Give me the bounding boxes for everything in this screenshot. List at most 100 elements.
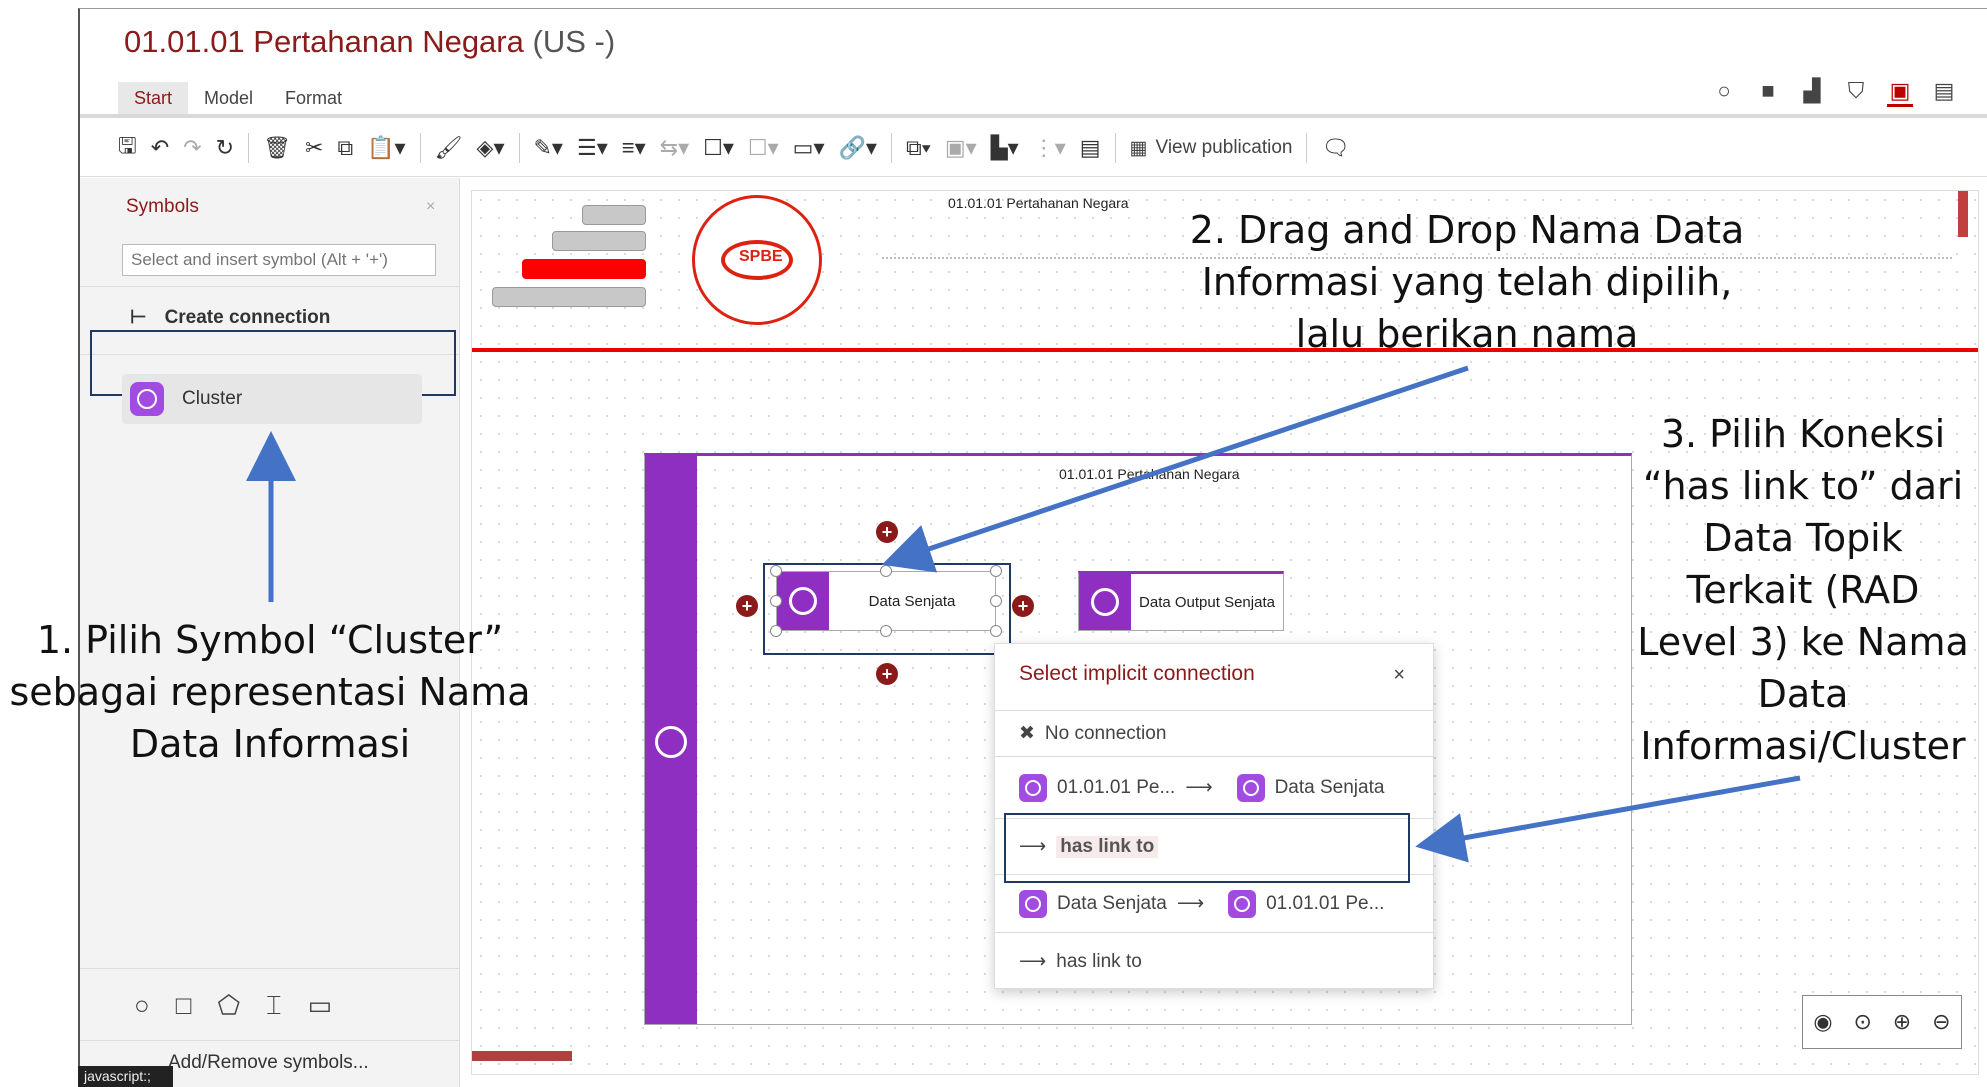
eye-icon[interactable]: ◉ — [1813, 1009, 1832, 1035]
arrow-right-icon: ⟶ — [1019, 951, 1047, 972]
create-connection-button[interactable]: ⊢ Create connection — [130, 306, 330, 329]
search-icon[interactable]: ○ — [1711, 78, 1737, 107]
arrange-icon[interactable]: ⧉▾ — [906, 135, 931, 161]
annotation-line: Terkait (RAD — [1686, 568, 1920, 612]
add-remove-symbols-link[interactable]: Add/Remove symbols... — [168, 1052, 369, 1074]
tab-model[interactable]: Model — [188, 82, 269, 115]
resize-handle[interactable] — [770, 625, 782, 637]
scroll-marker[interactable] — [1958, 191, 1968, 237]
resize-handle[interactable] — [770, 565, 782, 577]
arrow-right-icon: ⟶ — [1176, 893, 1205, 914]
properties-icon[interactable]: ▤ — [1080, 135, 1101, 161]
redo-icon[interactable]: ↷ — [183, 135, 201, 161]
node-label: Data Output Senjata — [1139, 593, 1275, 611]
refresh-icon[interactable]: ↻ — [216, 135, 234, 161]
spbe-logo: SPBE — [692, 195, 822, 325]
chart-icon[interactable]: ▟ — [1799, 78, 1825, 107]
circle-icon[interactable]: ○ — [134, 990, 150, 1022]
add-top-icon[interactable]: + — [876, 521, 898, 543]
undo-icon[interactable]: ↶ — [151, 135, 169, 161]
close-icon: ✖ — [1019, 723, 1035, 744]
edit-shape-icon[interactable]: ☐▾ — [703, 135, 734, 161]
annotation-line: Data Informasi — [129, 722, 411, 766]
line-color-icon[interactable]: ✎▾ — [534, 135, 563, 161]
cluster-icon — [1228, 889, 1257, 918]
pentagon-icon[interactable]: ⬠ — [217, 990, 240, 1022]
toolbar-separator — [248, 133, 250, 163]
add-bottom-icon[interactable]: + — [876, 663, 898, 685]
connection-option-2[interactable]: ⟶ has link to — [995, 932, 1433, 990]
node-cluster-icon — [777, 572, 829, 630]
zoom-in-icon[interactable]: ⊕ — [1893, 1009, 1911, 1035]
cluster-icon — [1019, 889, 1047, 918]
resize-handle[interactable] — [880, 625, 892, 637]
page-title: 01.01.01 Pertahanan Negara (US -) — [124, 24, 615, 60]
popup-close-icon[interactable]: × — [1393, 664, 1405, 687]
save-icon[interactable]: 🖫 — [118, 129, 137, 167]
distribute-icon[interactable]: ⋮▾ — [1033, 135, 1066, 161]
text-box-icon[interactable]: ⌶ — [266, 990, 282, 1022]
paste-icon[interactable]: 📋▾ — [367, 135, 405, 161]
delete-icon[interactable]: 🗑 — [263, 135, 291, 161]
source-label: Data Senjata — [1057, 892, 1167, 914]
bottom-marker — [472, 1051, 572, 1061]
resize-handle[interactable] — [990, 565, 1002, 577]
resize-handle[interactable] — [770, 595, 782, 607]
node-data-senjata[interactable]: Data Senjata — [776, 571, 996, 631]
no-connection-option[interactable]: ✖ No connection — [995, 710, 1433, 756]
symbols-panel-icon[interactable]: ▣ — [1887, 78, 1913, 107]
top-right-icons: ○ ■ ▟ ⛉ ▣ ▤ — [1711, 78, 1957, 107]
status-tooltip: javascript:; — [78, 1066, 173, 1087]
diagram-title: 01.01.01 Pertahanan Negara — [124, 24, 524, 59]
shape-style-icon[interactable]: ☐▾ — [748, 135, 779, 161]
view-publication-label: View publication — [1155, 137, 1293, 158]
symbol-search-input[interactable] — [122, 244, 436, 276]
cut-icon[interactable]: ✂ — [305, 135, 323, 161]
image-icon[interactable]: ▭ — [308, 990, 333, 1022]
view-publication-button[interactable]: ▦ View publication — [1130, 137, 1293, 160]
language-selector[interactable]: (US -) — [533, 24, 616, 59]
annotation-step-1: 1. Pilih Symbol “Cluster” sebagai repres… — [0, 614, 540, 770]
symbol-item-cluster[interactable]: Cluster — [122, 374, 422, 424]
tab-format[interactable]: Format — [269, 82, 358, 115]
pool-cluster-icon — [655, 726, 687, 758]
annotation-line: 1. Pilih Symbol “Cluster” — [36, 618, 504, 662]
align-icon[interactable]: ▙▾ — [991, 135, 1019, 161]
tab-start[interactable]: Start — [118, 82, 189, 115]
line-weight-icon[interactable]: ≡▾ — [622, 135, 646, 161]
annotation-line: Level 3) ke Nama — [1637, 620, 1969, 664]
add-right-icon[interactable]: + — [1012, 595, 1034, 617]
arrow-style-icon[interactable]: ⇆▾ — [660, 135, 689, 161]
connection-highlight-box — [1004, 813, 1410, 883]
node-data-output-senjata[interactable]: Data Output Senjata — [1078, 571, 1284, 631]
group-icon[interactable]: ▣▾ — [945, 135, 977, 161]
comments-icon[interactable]: ▤ — [1931, 78, 1957, 107]
copy-icon[interactable]: ⧉ — [337, 135, 353, 161]
add-left-icon[interactable]: + — [736, 595, 758, 617]
line-style-icon[interactable]: ☰▾ — [577, 135, 608, 161]
annotation-step-2: 2. Drag and Drop Nama Data Informasi yan… — [1152, 204, 1782, 360]
fill-color-icon[interactable]: ◈▾ — [477, 135, 505, 161]
square-icon[interactable]: □ — [176, 990, 192, 1022]
resize-handle[interactable] — [990, 595, 1002, 607]
annotation-line: sebagai representasi Nama — [9, 670, 531, 714]
resize-handle[interactable] — [880, 565, 892, 577]
zoom-out-icon[interactable]: ⊖ — [1932, 1009, 1950, 1035]
connection-type-label: has link to — [1056, 950, 1142, 972]
connection-option-1-header[interactable]: 01.01.01 Pe... ⟶ Data Senjata — [995, 756, 1433, 818]
pool-lane — [645, 456, 697, 1024]
resize-handle[interactable] — [990, 625, 1002, 637]
target-label: Data Senjata — [1274, 776, 1385, 798]
info-icon[interactable]: ■ — [1755, 78, 1781, 107]
annotation-line: Data — [1757, 672, 1849, 716]
annotation-line: 3. Pilih Koneksi — [1660, 412, 1946, 456]
zoom-100-icon[interactable]: ⊙ — [1853, 1009, 1871, 1035]
connection-icon: ⊢ — [130, 307, 147, 328]
connector-icon[interactable]: ▭▾ — [793, 135, 825, 161]
node-label: Data Senjata — [868, 592, 956, 610]
add-comment-icon[interactable]: 🗨 — [1321, 135, 1349, 161]
shield-icon[interactable]: ⛉ — [1843, 78, 1869, 107]
link-icon[interactable]: 🔗▾ — [839, 135, 877, 161]
format-painter-icon[interactable]: 🖌 — [435, 135, 463, 161]
sidebar-close-icon[interactable]: × — [426, 198, 435, 216]
